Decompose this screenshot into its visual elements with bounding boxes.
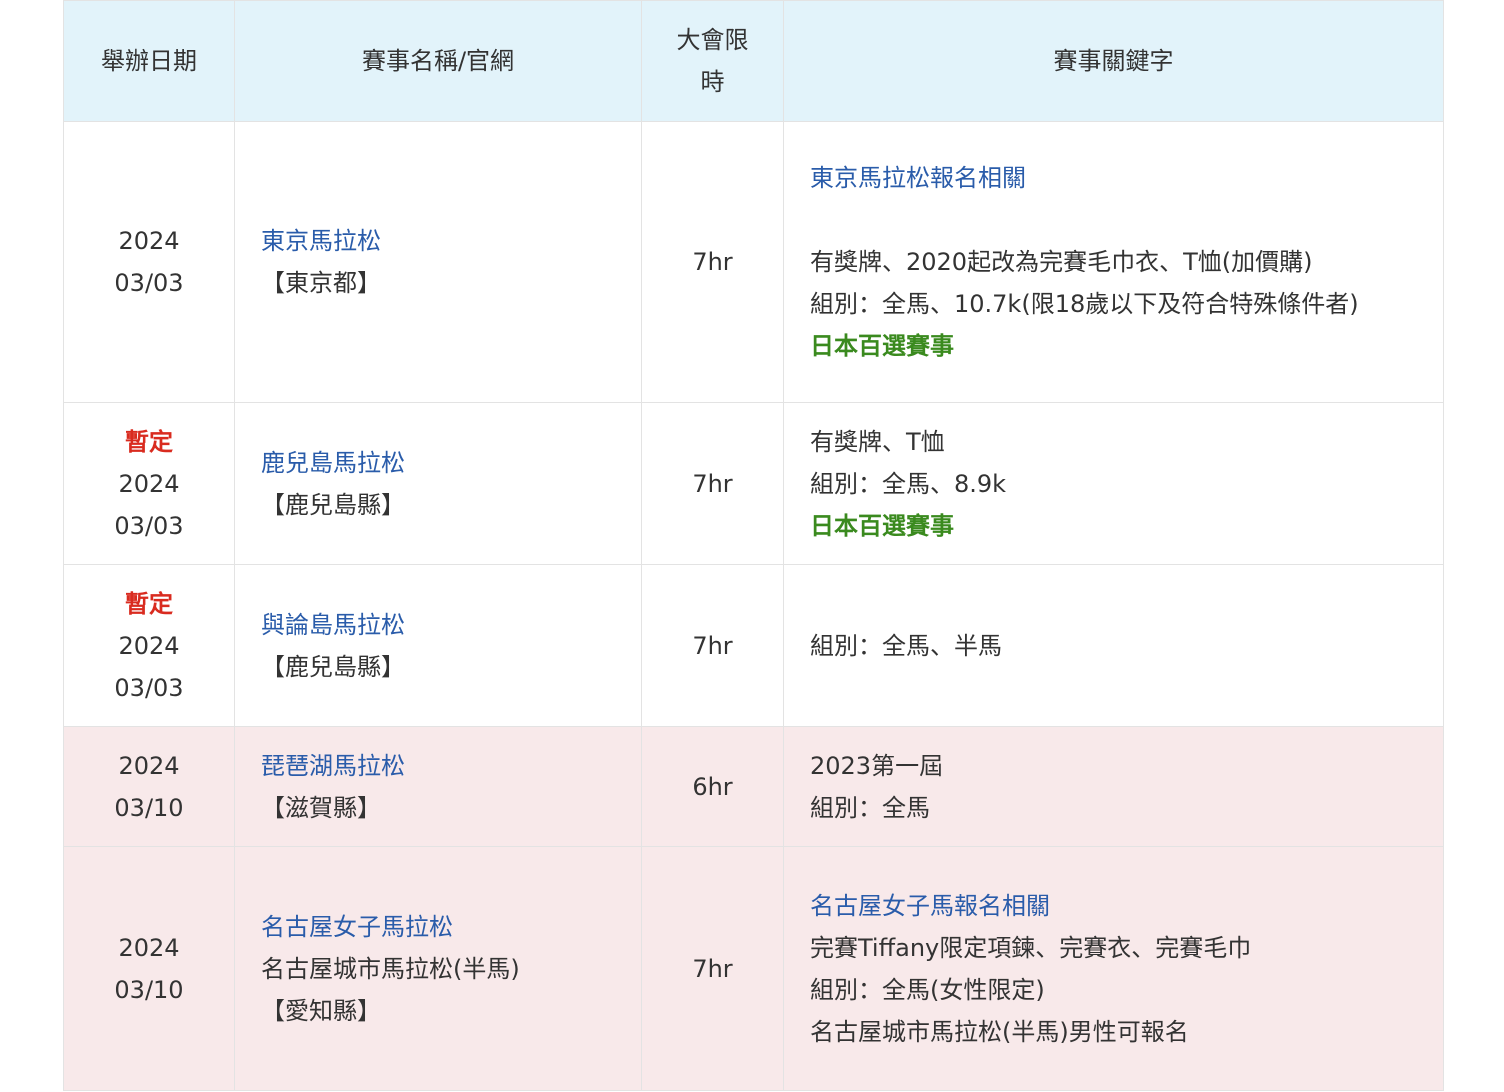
top100-race-tag: 日本百選賽事 (810, 332, 954, 360)
table-header-row: 舉辦日期 賽事名稱/官網 大會限 時 賽事關鍵字 (63, 0, 1444, 122)
date-cell: 2024 03/10 (63, 846, 235, 1091)
time-limit-cell: 7hr (641, 402, 784, 565)
race-name-link[interactable]: 東京馬拉松 (261, 220, 641, 262)
keywords-cell: 組別：全馬、半馬 (783, 564, 1444, 727)
date-year: 2024 (118, 933, 180, 962)
date-month-day: 03/03 (114, 673, 184, 702)
date-cell: 暫定 2024 03/03 (63, 402, 235, 565)
race-prefecture: 【東京都】 (261, 269, 381, 297)
race-name-cell: 名古屋女子馬拉松 名古屋城市馬拉松(半馬) 【愛知縣】 (234, 846, 642, 1091)
race-name-link[interactable]: 鹿兒島馬拉松 (261, 442, 641, 484)
keyword-line: 組別：全馬、8.9k (810, 469, 1007, 498)
race-name-link[interactable]: 名古屋女子馬拉松 (261, 906, 641, 948)
date-month-day: 03/03 (114, 269, 184, 297)
date-month-day: 03/10 (114, 975, 184, 1004)
registration-info-link[interactable]: 東京馬拉松報名相關 (810, 157, 1443, 199)
date-year: 2024 (118, 751, 180, 780)
tentative-status: 暫定 (125, 589, 173, 618)
keyword-line: 名古屋城市馬拉松(半馬)男性可報名 (810, 1017, 1189, 1046)
keyword-line: 組別：全馬(女性限定) (810, 975, 1045, 1004)
date-year: 2024 (118, 631, 180, 660)
date-year: 2024 (118, 469, 180, 498)
race-schedule-table: 舉辦日期 賽事名稱/官網 大會限 時 賽事關鍵字 2024 03/03 東京馬拉… (63, 0, 1444, 1091)
race-table-container: 舉辦日期 賽事名稱/官網 大會限 時 賽事關鍵字 2024 03/03 東京馬拉… (63, 0, 1444, 1091)
keyword-line: 完賽Tiffany限定項鍊、完賽衣、完賽毛巾 (810, 933, 1252, 962)
race-name-link[interactable]: 琵琶湖馬拉松 (261, 745, 641, 787)
table-row: 暫定 2024 03/03 與論島馬拉松 【鹿兒島縣】 7hr 組別：全馬、半馬 (63, 564, 1444, 727)
registration-info-link[interactable]: 名古屋女子馬報名相關 (810, 885, 1443, 927)
date-cell: 暫定 2024 03/03 (63, 564, 235, 727)
race-prefecture: 【鹿兒島縣】 (261, 652, 405, 681)
keywords-cell: 2023第一屆 組別：全馬 (783, 726, 1444, 847)
keywords-cell: 東京馬拉松報名相關 有獎牌、2020起改為完賽毛巾衣、T恤(加價購) 組別：全馬… (783, 121, 1444, 403)
table-row: 2024 03/10 琵琶湖馬拉松 【滋賀縣】 6hr 2023第一屆 組別：全… (63, 726, 1444, 847)
table-row: 2024 03/03 東京馬拉松 【東京都】 7hr 東京馬拉松報名相關 有獎牌… (63, 121, 1444, 403)
keyword-line: 組別：全馬 (810, 793, 930, 822)
keywords-cell: 有獎牌、T恤 組別：全馬、8.9k 日本百選賽事 (783, 402, 1444, 565)
time-limit-cell: 7hr (641, 121, 784, 403)
header-time-limit-line2: 時 (700, 68, 725, 96)
keyword-line: 有獎牌、2020起改為完賽毛巾衣、T恤(加價購) (810, 248, 1313, 276)
date-month-day: 03/10 (114, 793, 184, 822)
time-limit-cell: 6hr (641, 726, 784, 847)
race-prefecture: 【愛知縣】 (261, 996, 381, 1025)
header-date: 舉辦日期 (63, 0, 235, 122)
keyword-line: 2023第一屆 (810, 751, 944, 780)
keywords-cell: 名古屋女子馬報名相關 完賽Tiffany限定項鍊、完賽衣、完賽毛巾 組別：全馬(… (783, 846, 1444, 1091)
race-name-cell: 東京馬拉松 【東京都】 (234, 121, 642, 403)
header-race-name: 賽事名稱/官網 (234, 0, 642, 122)
race-name-cell: 琵琶湖馬拉松 【滋賀縣】 (234, 726, 642, 847)
race-sub-name: 名古屋城市馬拉松(半馬) (261, 954, 520, 983)
tentative-status: 暫定 (125, 427, 173, 456)
header-keywords: 賽事關鍵字 (783, 0, 1444, 122)
table-row: 暫定 2024 03/03 鹿兒島馬拉松 【鹿兒島縣】 7hr 有獎牌、T恤 組… (63, 402, 1444, 565)
race-name-cell: 與論島馬拉松 【鹿兒島縣】 (234, 564, 642, 727)
top100-race-tag: 日本百選賽事 (810, 511, 954, 540)
time-limit-cell: 7hr (641, 846, 784, 1091)
race-name-link[interactable]: 與論島馬拉松 (261, 604, 641, 646)
date-year: 2024 (118, 227, 180, 255)
keyword-line: 有獎牌、T恤 (810, 427, 945, 456)
date-cell: 2024 03/03 (63, 121, 235, 403)
header-time-limit: 大會限 時 (641, 0, 784, 122)
date-cell: 2024 03/10 (63, 726, 235, 847)
date-month-day: 03/03 (114, 511, 184, 540)
keyword-line: 組別：全馬、10.7k(限18歲以下及符合特殊條件者) (810, 290, 1359, 318)
race-name-cell: 鹿兒島馬拉松 【鹿兒島縣】 (234, 402, 642, 565)
table-row: 2024 03/10 名古屋女子馬拉松 名古屋城市馬拉松(半馬) 【愛知縣】 7… (63, 846, 1444, 1091)
race-prefecture: 【鹿兒島縣】 (261, 490, 405, 519)
header-time-limit-line1: 大會限 (676, 26, 749, 54)
race-prefecture: 【滋賀縣】 (261, 793, 381, 822)
keyword-line: 組別：全馬、半馬 (810, 631, 1002, 660)
time-limit-cell: 7hr (641, 564, 784, 727)
